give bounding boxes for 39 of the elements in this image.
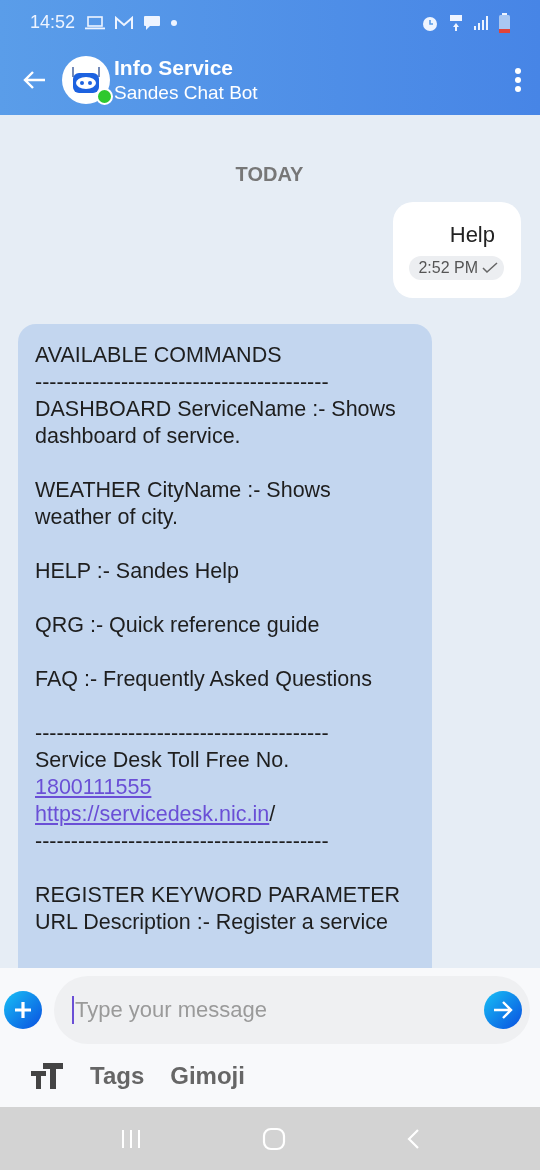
- chat-subtitle: Sandes Chat Bot: [114, 81, 259, 105]
- network-icon: [449, 13, 463, 32]
- laptop-icon: [85, 15, 106, 30]
- message-line: FAQ :- Frequently Asked Questions: [35, 666, 373, 693]
- message-line: HELP :- Sandes Help: [35, 558, 240, 585]
- message-line: AVAILABLE COMMANDS: [35, 342, 283, 369]
- message-link[interactable]: https://servicedesk.nic.in: [35, 801, 270, 828]
- message-line: DASHBOARD ServiceName :- Shows dashboard of service.: [35, 396, 397, 450]
- message-line: -----------------------------------------: [35, 369, 330, 396]
- message-line: WEATHER CityName :- Shows weather of city.: [35, 477, 332, 531]
- back-icon[interactable]: [22, 70, 46, 90]
- toolbar-tab[interactable]: Gimoji: [170, 1061, 245, 1090]
- link-suffix: /: [269, 801, 276, 828]
- chat-icon: [143, 14, 162, 31]
- time-text: 2:52 PM: [418, 259, 478, 277]
- message-line: QRG :- Quick reference guide: [35, 612, 321, 639]
- send-button[interactable]: [484, 991, 522, 1029]
- dot-icon: [171, 19, 178, 26]
- status-time: 14:52: [30, 12, 76, 33]
- message-line: REGISTER KEYWORD PARAMETER URL Description :- Register a service: [35, 882, 402, 936]
- message-link[interactable]: 1800111555: [35, 774, 152, 801]
- message-field[interactable]: Type your message: [54, 976, 530, 1044]
- chat-title: Info Service: [114, 55, 235, 81]
- message-line: -----------------------------------------: [35, 720, 330, 747]
- date-separator: TODAY: [235, 163, 304, 186]
- add-button[interactable]: [4, 991, 42, 1029]
- arrow-icon: [492, 1000, 514, 1020]
- message-text: Help: [449, 222, 495, 248]
- signal-icon: [473, 14, 489, 31]
- more-icon[interactable]: [514, 68, 522, 92]
- message-line: -----------------------------------------: [35, 828, 330, 855]
- mail-icon: [115, 15, 134, 30]
- robot-icon: [70, 64, 102, 96]
- message-line: Service Desk Toll Free No.: [35, 747, 291, 774]
- plus-icon: [13, 1000, 33, 1020]
- text-size-icon[interactable]: [30, 1061, 64, 1090]
- battery-icon: [499, 12, 510, 33]
- message-input[interactable]: Type your message: [72, 996, 484, 1024]
- toolbar-tab[interactable]: Tags: [90, 1061, 145, 1090]
